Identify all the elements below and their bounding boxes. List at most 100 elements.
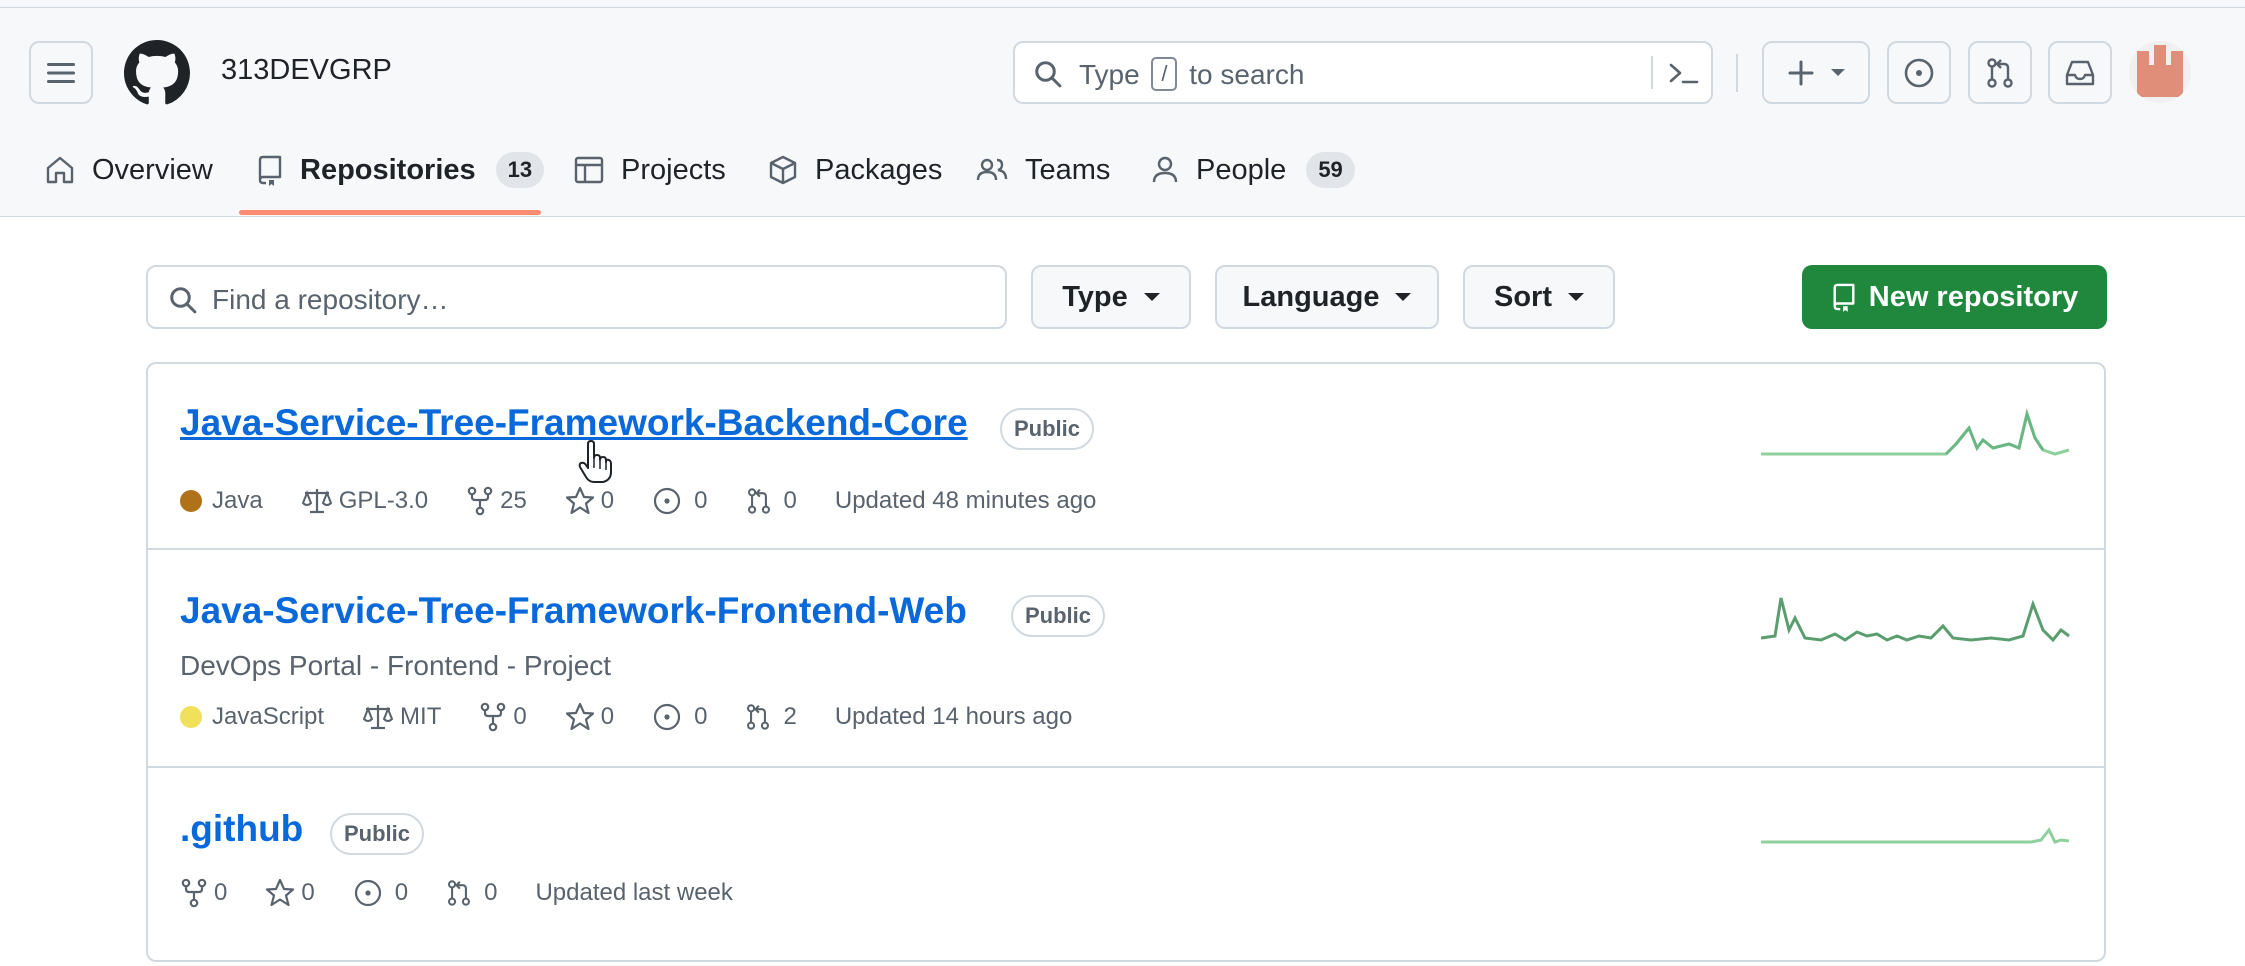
inbox-button[interactable] xyxy=(2048,41,2112,104)
visibility-badge: Public xyxy=(330,813,425,855)
person-icon xyxy=(1152,156,1178,183)
github-logo-icon[interactable] xyxy=(124,40,190,106)
forks-item[interactable]: 25 xyxy=(466,486,527,516)
pulls-item[interactable]: 0 xyxy=(446,878,497,908)
tab-label: Packages xyxy=(815,153,943,186)
chevron-down-icon xyxy=(1831,69,1845,76)
caret-down-icon xyxy=(1143,293,1160,301)
repo-name-link[interactable]: .github xyxy=(180,808,303,850)
git-pull-request-icon xyxy=(448,880,471,906)
law-icon xyxy=(362,705,394,730)
repo-meta: JavaScript MIT 0 0 0 2 Updated 14 hours … xyxy=(180,702,1110,732)
type-filter-button[interactable]: Type xyxy=(1031,265,1191,329)
issue-opened-icon xyxy=(1904,58,1934,87)
type-filter-label: Type xyxy=(1062,280,1128,313)
git-pull-request-icon xyxy=(1987,57,2013,88)
issues-item[interactable]: 0 xyxy=(353,878,408,908)
identicon-icon xyxy=(2129,41,2191,103)
stars-item[interactable]: 0 xyxy=(565,702,614,732)
list-item: .github Public 0 0 0 0 Updated last week xyxy=(148,766,2104,966)
tab-label: People xyxy=(1196,153,1287,186)
command-palette-icon[interactable] xyxy=(1667,59,1701,89)
issue-opened-icon xyxy=(354,879,381,907)
visibility-badge: Public xyxy=(1011,595,1106,637)
new-repository-button[interactable]: New repository xyxy=(1802,265,2107,329)
home-icon xyxy=(46,156,74,184)
repo-description: DevOps Portal - Frontend - Project xyxy=(180,650,612,681)
tab-repositories[interactable]: Repositories 13 xyxy=(256,148,545,192)
search-icon xyxy=(170,287,197,314)
repo-forked-icon xyxy=(181,878,207,908)
repo-count-badge: 13 xyxy=(495,152,545,188)
search-placeholder: Type / to search xyxy=(1079,56,1304,94)
language-color-dot xyxy=(180,706,202,728)
tab-people[interactable]: People 59 xyxy=(1150,148,1355,192)
tab-projects[interactable]: Projects xyxy=(573,148,726,192)
stars-item[interactable]: 0 xyxy=(265,878,315,908)
pulls-count: 2 xyxy=(783,703,797,730)
people-icon xyxy=(976,158,1008,181)
issues-button[interactable] xyxy=(1887,41,1951,104)
repo-meta: 0 0 0 0 Updated last week xyxy=(180,878,771,908)
issues-count: 0 xyxy=(694,703,708,730)
stars-item[interactable]: 0 xyxy=(565,486,614,516)
repository-list: Java-Service-Tree-Framework-Backend-Core… xyxy=(146,362,2106,962)
forks-item[interactable]: 0 xyxy=(180,878,227,908)
pulls-item[interactable]: 0 xyxy=(746,486,797,516)
license-label: GPL-3.0 xyxy=(338,487,429,514)
star-icon xyxy=(565,702,594,731)
stars-count: 0 xyxy=(600,487,615,514)
updated-time: Updated 14 hours ago xyxy=(834,703,1073,730)
search-divider xyxy=(1651,56,1653,89)
repo-meta: Java GPL-3.0 25 0 0 0 Updated 48 minutes… xyxy=(180,486,1134,516)
license-item: GPL-3.0 xyxy=(301,487,428,515)
language-filter-label: Language xyxy=(1242,280,1380,313)
repo-forked-icon xyxy=(481,702,506,732)
repo-icon xyxy=(1833,283,1855,312)
language-color-dot xyxy=(180,490,202,512)
stars-count: 0 xyxy=(301,879,315,906)
repo-name-link[interactable]: Java-Service-Tree-Framework-Backend-Core xyxy=(180,402,968,444)
user-avatar[interactable] xyxy=(2129,41,2191,103)
tab-teams[interactable]: Teams xyxy=(975,148,1110,192)
visibility-badge: Public xyxy=(1000,408,1095,450)
pulls-count: 0 xyxy=(783,487,797,514)
tab-overview[interactable]: Overview xyxy=(44,148,213,192)
tab-packages[interactable]: Packages xyxy=(767,148,942,192)
forks-count: 25 xyxy=(500,487,527,514)
table-icon xyxy=(574,156,604,184)
find-repository-input[interactable]: Find a repository… xyxy=(146,265,1007,329)
tab-label: Projects xyxy=(621,153,726,186)
issue-opened-icon xyxy=(653,703,681,731)
pull-requests-button[interactable] xyxy=(1968,41,2032,104)
selected-tab-indicator xyxy=(239,210,541,215)
pulls-item[interactable]: 2 xyxy=(745,702,797,732)
caret-down-icon xyxy=(1568,293,1584,301)
activity-sparkline xyxy=(1761,408,2070,456)
license-item: MIT xyxy=(362,703,441,731)
updated-time: Updated 48 minutes ago xyxy=(834,487,1097,514)
repo-name-link[interactable]: Java-Service-Tree-Framework-Frontend-Web xyxy=(180,590,967,632)
issues-item[interactable]: 0 xyxy=(652,702,707,732)
git-pull-request-icon xyxy=(747,704,770,730)
people-count-badge: 59 xyxy=(1306,152,1355,188)
menu-button[interactable] xyxy=(29,41,93,104)
language-item: Java xyxy=(180,487,263,515)
sort-button[interactable]: Sort xyxy=(1463,265,1615,329)
search-icon xyxy=(1035,61,1062,88)
activity-sparkline xyxy=(1761,597,2070,643)
top-divider xyxy=(0,7,2245,8)
global-search[interactable]: Type / to search xyxy=(1013,41,1713,104)
forks-count: 0 xyxy=(214,879,228,906)
org-header: 313DEVGRP Type / to search Overview Repo… xyxy=(0,0,2245,217)
list-item: Java-Service-Tree-Framework-Frontend-Web… xyxy=(148,548,2104,768)
caret-down-icon xyxy=(1395,293,1412,301)
create-new-button[interactable] xyxy=(1762,41,1870,104)
forks-item[interactable]: 0 xyxy=(479,702,527,732)
repo-forked-icon xyxy=(467,486,493,516)
language-filter-button[interactable]: Language xyxy=(1215,265,1439,329)
updated-time: Updated last week xyxy=(535,879,733,906)
issues-item[interactable]: 0 xyxy=(652,486,708,516)
star-icon xyxy=(266,878,295,907)
org-name[interactable]: 313DEVGRP xyxy=(221,54,392,87)
